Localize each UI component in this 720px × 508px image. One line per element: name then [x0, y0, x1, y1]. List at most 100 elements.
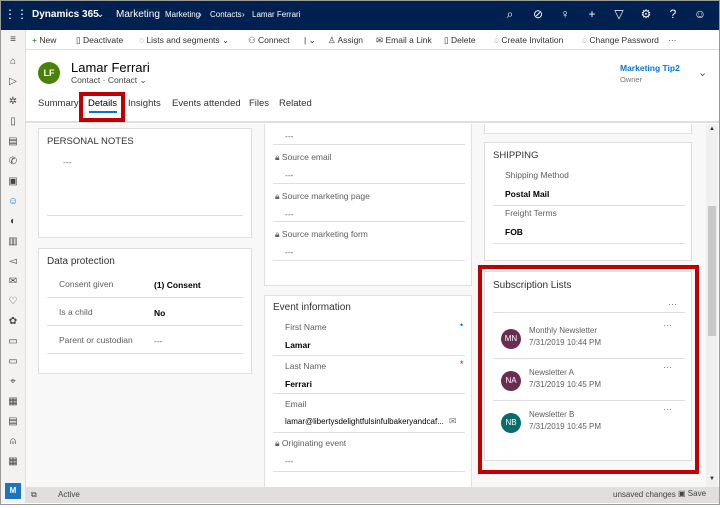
location-icon[interactable]: ⌖ — [5, 376, 21, 387]
chevron-down-icon[interactable]: ⌄ — [140, 75, 147, 85]
contact-icon[interactable]: ☺ — [5, 196, 21, 207]
scroll-down-icon[interactable]: ▼ — [709, 476, 715, 482]
scrollbar[interactable]: ▲ ▼ — [706, 124, 718, 487]
new-button[interactable]: + New — [32, 35, 56, 45]
required-indicator: * — [460, 359, 464, 369]
email-a-link-button[interactable]: ✉ Email a Link — [376, 35, 432, 46]
lists-and-segments-button[interactable]: ◌ Lists and segments ⌄ — [139, 35, 229, 46]
data-protection-section: Data protection Consent given (1) Consen… — [38, 248, 252, 374]
app-launcher-icon[interactable]: ⋮⋮ — [4, 7, 28, 21]
list-icon[interactable]: ▥ — [5, 236, 21, 247]
source-marketing-form-field: --- — [285, 247, 294, 257]
lock-icon: 🔒︎ — [275, 438, 280, 448]
user-icon[interactable]: ☺ — [692, 7, 708, 21]
chevron-down-icon: ⌄ — [222, 35, 230, 45]
pin-icon[interactable]: ✲ — [5, 96, 21, 107]
shipping-section: SHIPPING Shipping Method Postal Mail Fre… — [484, 142, 692, 261]
record-title: Lamar Ferrari — [71, 60, 150, 75]
field-label: Consent given — [59, 279, 114, 289]
help-icon[interactable]: ? — [665, 7, 681, 21]
left-navigation: ≡ ⌂ ▷ ✲ ▯ ▤ ✆ ▣ ☺ ◐ ▥ ◅ ✉ ♡ ✿ ▭ ▭ ⌖ ▦ ▤ … — [0, 30, 26, 503]
assign-button[interactable]: ♙ Assign — [328, 35, 363, 46]
play-icon[interactable]: ▷ — [5, 76, 21, 87]
tab-files[interactable]: Files — [249, 98, 269, 109]
personal-notes-field[interactable]: --- — [63, 157, 72, 167]
breadcrumb-separator: › — [199, 10, 202, 19]
form-icon[interactable]: ▦ — [5, 396, 21, 407]
megaphone-icon[interactable]: ◅ — [5, 256, 21, 267]
parent-custodian-field[interactable]: --- — [154, 336, 163, 346]
breadcrumb-contacts[interactable]: Contacts — [210, 10, 242, 19]
send-email-icon[interactable]: ✉ — [449, 416, 457, 427]
highlight-box-details-tab — [79, 92, 125, 122]
source-section: --- 🔒︎ Source email --- 🔒︎ Source market… — [264, 124, 472, 286]
tab-insights[interactable]: Insights — [128, 98, 161, 109]
owner-link[interactable]: Marketing Tip2 — [620, 63, 680, 73]
lock-icon: 🔒︎ — [275, 152, 280, 162]
tab-events-attended[interactable]: Events attended — [172, 98, 241, 109]
menu-icon[interactable]: ≡ — [5, 34, 21, 45]
tab-related[interactable]: Related — [279, 98, 312, 109]
header-expand-chevron-icon[interactable]: ⌄ — [698, 66, 707, 79]
scroll-up-icon[interactable]: ▲ — [709, 126, 715, 132]
email-icon[interactable]: ✉ — [5, 276, 21, 287]
change-password-button[interactable]: ◌ Change Password — [582, 35, 659, 45]
app-name[interactable]: Dynamics 365 — [32, 9, 99, 20]
breadcrumb-marketing[interactable]: Marketing — [165, 10, 200, 19]
event-icon[interactable]: ▭ — [5, 336, 21, 347]
recommended-indicator: • — [460, 320, 464, 330]
shipping-method-field[interactable]: Postal Mail — [505, 189, 549, 199]
page-icon[interactable]: ▤ — [5, 416, 21, 427]
search-icon[interactable]: ⌕ — [502, 7, 518, 22]
bell-icon[interactable]: ⍝ — [5, 436, 21, 447]
field-label: Freight Terms — [505, 208, 557, 218]
last-name-field[interactable]: Ferrari — [285, 379, 312, 389]
gear-icon[interactable]: ⚙ — [638, 7, 654, 21]
table-icon[interactable]: ▦ — [5, 456, 21, 467]
record-status: Active — [58, 490, 80, 499]
document-icon[interactable]: ▯ — [5, 116, 21, 127]
field-label: Is a child — [59, 307, 93, 317]
create-invitation-button[interactable]: ◌ Create Invitation — [494, 35, 563, 45]
email-field[interactable]: lamar@libertysdelightfulsinfulbakeryandc… — [285, 417, 444, 426]
section-title: Event information — [273, 302, 351, 313]
connect-button[interactable]: ⚇ Connect — [248, 35, 290, 46]
originating-event-field: --- — [285, 456, 294, 466]
tab-summary[interactable]: Summary — [38, 98, 79, 109]
calendar-icon[interactable]: ▤ — [5, 136, 21, 147]
save-button[interactable]: ▣ Save — [678, 489, 706, 498]
app-switch-chevron-icon[interactable]: ⌄ — [96, 9, 104, 20]
account-icon[interactable]: ▣ — [5, 176, 21, 187]
form-selector[interactable]: Contact — [108, 75, 137, 85]
lightbulb-icon[interactable]: ♀ — [557, 7, 573, 21]
more-chevron-icon[interactable]: | ⌄ — [304, 35, 316, 46]
scrollbar-thumb[interactable] — [708, 206, 716, 336]
trash-icon: ▯ — [444, 35, 452, 45]
avatar: LF — [38, 62, 60, 84]
calendar2-icon[interactable]: ▭ — [5, 356, 21, 367]
home-icon[interactable]: ⌂ — [5, 56, 21, 67]
source-field[interactable]: --- — [285, 131, 294, 141]
task-icon[interactable]: ⊘ — [530, 7, 546, 21]
more-commands-button[interactable]: ··· — [668, 35, 677, 45]
puzzle-icon[interactable]: ✿ — [5, 316, 21, 327]
lock-icon: 🔒︎ — [275, 229, 280, 239]
save-icon: ▣ — [678, 489, 688, 498]
section-title: Data protection — [47, 256, 115, 267]
filter-icon[interactable]: ▽ — [611, 7, 627, 21]
plus-icon[interactable]: + — [584, 7, 600, 21]
segment-icon[interactable]: ◐ — [5, 216, 21, 227]
is-a-child-field[interactable]: No — [154, 308, 165, 318]
area-switcher[interactable]: M — [5, 483, 21, 499]
freight-terms-field[interactable]: FOB — [505, 227, 523, 237]
field-label: Parent or custodian — [59, 335, 133, 345]
area-name[interactable]: Marketing — [116, 9, 160, 20]
deactivate-button[interactable]: ▯ Deactivate — [76, 35, 123, 46]
first-name-field[interactable]: Lamar — [285, 340, 311, 350]
open-in-window-icon[interactable]: ⧉ — [31, 490, 37, 500]
breadcrumb-record: Lamar Ferrari — [252, 10, 301, 19]
phone-icon[interactable]: ✆ — [5, 156, 21, 167]
heart-icon[interactable]: ♡ — [5, 296, 21, 307]
consent-given-field[interactable]: (1) Consent — [154, 280, 201, 290]
delete-button[interactable]: ▯ Delete — [444, 35, 476, 46]
